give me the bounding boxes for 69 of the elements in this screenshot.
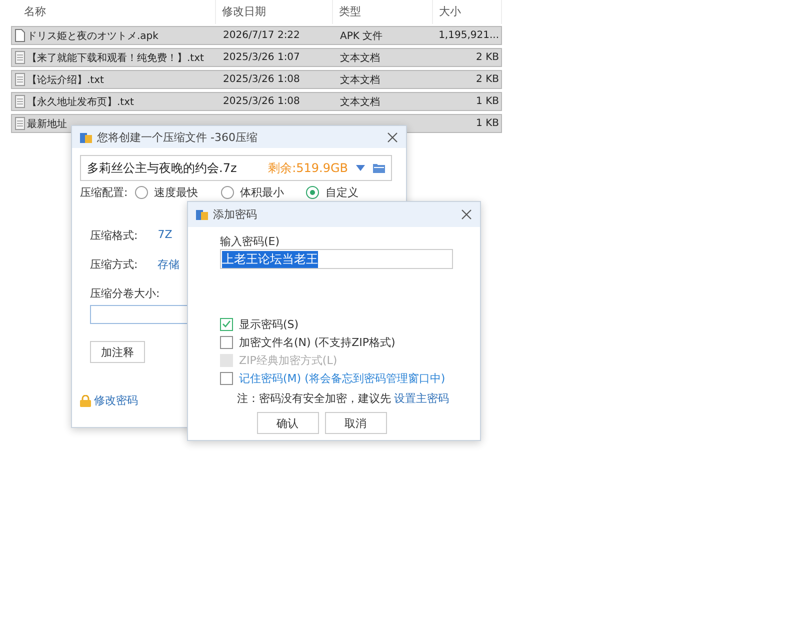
text-file-icon <box>15 51 25 64</box>
file-name: 【论坛介绍】.txt <box>27 74 104 86</box>
archive-name: 多莉丝公主与夜晚的约会.7z <box>87 160 238 176</box>
dialog-button[interactable]: 确认 <box>256 412 318 434</box>
modified-date: 2026/7/17 2:22 <box>222 30 301 41</box>
close-icon[interactable] <box>461 209 472 220</box>
file-type: 文本文档 <box>339 52 381 64</box>
modified-date: 2025/3/26 1:08 <box>222 74 301 85</box>
file-row[interactable]: 【论坛介绍】.txt 2025/3/26 1:08 文本文档 2 KB <box>11 70 502 89</box>
file-row[interactable]: ドリス姫と夜のオツトメ.apk 2026/7/17 2:22 APK 文件 1,195,921... <box>11 26 502 45</box>
method-value[interactable]: 存储 <box>158 257 180 272</box>
checkbox[interactable] <box>220 318 233 330</box>
volume-size-label: 压缩分卷大小: <box>90 286 160 301</box>
method-label: 压缩方式: <box>90 257 138 272</box>
text-file-icon <box>15 117 25 130</box>
file-size: 1 KB <box>475 118 500 129</box>
app-icon <box>80 132 92 142</box>
dialog-button[interactable]: 取消 <box>324 412 386 434</box>
add-comment-button[interactable]: 加注释 <box>90 341 145 363</box>
radio-button[interactable] <box>135 186 148 198</box>
free-space: 剩余:519.9GB <box>268 160 348 176</box>
format-label: 压缩格式: <box>90 228 138 243</box>
preset-label: 速度最快 <box>154 184 198 200</box>
column-header[interactable]: 修改日期 <box>216 0 333 24</box>
option-label[interactable]: 显示密码(S) <box>239 316 299 332</box>
checkbox[interactable] <box>220 336 233 348</box>
modified-date: 2025/3/26 1:07 <box>222 52 301 63</box>
folder-icon[interactable] <box>373 163 385 173</box>
config-label: 压缩配置: <box>80 184 129 200</box>
file-row[interactable]: 【来了就能下载和观看！纯免费！】.txt 2025/3/26 1:07 文本文档 2 KB <box>11 48 502 67</box>
option-label[interactable]: 加密文件名(N) (不支持ZIP格式) <box>239 334 396 350</box>
file-name: 【来了就能下载和观看！纯免费！】.txt <box>27 52 204 64</box>
preset-label: 体积最小 <box>240 184 284 200</box>
column-header[interactable]: 名称 <box>11 0 216 24</box>
file-size: 1 KB <box>475 96 500 107</box>
format-value[interactable]: 7Z <box>158 228 172 243</box>
password-text: 上老王论坛当老王 <box>222 250 318 268</box>
archive-name-field[interactable]: 多莉丝公主与夜晚的约会.7z 剩余:519.9GB <box>80 155 392 181</box>
column-header[interactable]: 大小 <box>433 0 502 24</box>
window-title: 添加密码 <box>213 207 258 222</box>
password-field[interactable]: 上老王论坛当老王 <box>220 249 453 269</box>
file-type: APK 文件 <box>339 30 384 42</box>
radio-button[interactable] <box>220 186 234 198</box>
file-type: 文本文档 <box>339 74 381 86</box>
lock-icon <box>80 394 91 406</box>
file-name: 最新地址 <box>27 118 67 130</box>
radio-button[interactable] <box>306 186 320 198</box>
set-master-password-link[interactable]: 设置主密码 <box>394 390 449 406</box>
change-password-link[interactable]: 修改密码 <box>94 393 138 408</box>
file-row[interactable]: 【永久地址发布页】.txt 2025/3/26 1:08 文本文档 1 KB <box>11 92 502 111</box>
file-name: ドリス姫と夜のオツトメ.apk <box>27 30 158 42</box>
app-icon <box>196 209 208 220</box>
file-name: 【永久地址发布页】.txt <box>27 96 134 108</box>
option-label[interactable]: 记住密码(M) (将会备忘到密码管理窗口中) <box>239 370 446 386</box>
text-file-icon <box>15 73 25 86</box>
file-size: 2 KB <box>475 74 500 85</box>
file-size: 1,195,921... <box>438 30 500 41</box>
column-header[interactable]: 类型 <box>333 0 433 24</box>
file-icon <box>15 29 25 42</box>
password-label: 输入密码(E) <box>220 234 281 249</box>
note-text: 注：密码没有安全加密，建议先 <box>237 390 391 406</box>
caret-icon[interactable] <box>356 165 365 171</box>
preset-label: 自定义 <box>325 184 358 200</box>
close-icon[interactable] <box>387 132 398 142</box>
text-file-icon <box>15 95 25 108</box>
modified-date: 2025/3/26 1:08 <box>222 96 301 107</box>
file-size: 2 KB <box>475 52 500 63</box>
file-type: 文本文档 <box>339 96 381 108</box>
checkbox[interactable] <box>220 372 233 384</box>
